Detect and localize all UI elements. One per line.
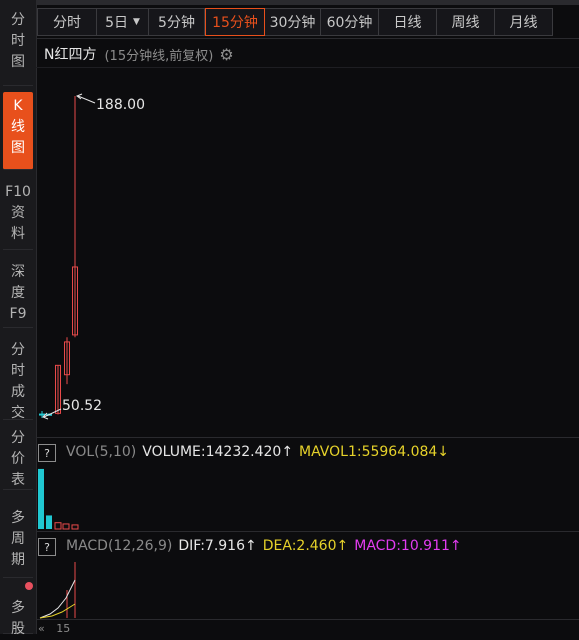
divider bbox=[36, 437, 579, 438]
footer: « 15 bbox=[38, 622, 70, 635]
volume-direction-icon: ↑ bbox=[281, 444, 294, 460]
volume-indicator-row: VOL(5,10) VOLUME:14232.420 ↑ MAVOL1:5596… bbox=[66, 444, 449, 460]
volume-bar bbox=[71, 524, 79, 530]
help-icon[interactable]: ? bbox=[38, 538, 56, 556]
double-left-icon[interactable]: « bbox=[38, 622, 45, 635]
high-price-label: 188.00 bbox=[96, 97, 145, 113]
macd-value: MACD:10.911 bbox=[354, 538, 450, 554]
mavol-direction-icon: ↓ bbox=[437, 444, 450, 460]
volume-bar bbox=[54, 522, 62, 530]
divider bbox=[36, 619, 579, 620]
macd-indicator-name[interactable]: MACD(12,26,9) bbox=[66, 538, 172, 554]
high-marker-line bbox=[77, 95, 96, 104]
candle-body bbox=[39, 413, 45, 416]
volume-bar bbox=[62, 523, 70, 530]
volume-bar bbox=[38, 468, 44, 529]
low-price-label: 50.52 bbox=[62, 398, 103, 414]
volume-indicator-name[interactable]: VOL(5,10) bbox=[66, 444, 136, 460]
dif-value: DIF:7.916 bbox=[178, 538, 245, 554]
volume-bar bbox=[46, 515, 52, 529]
help-icon[interactable]: ? bbox=[38, 444, 56, 462]
dif-line bbox=[39, 579, 76, 619]
macd-direction-icon: ↑ bbox=[449, 538, 462, 554]
volume-value: VOLUME:14232.420 bbox=[142, 444, 282, 460]
mavol-value: MAVOL1:55964.084 bbox=[299, 444, 438, 460]
dea-value: DEA:2.460 bbox=[262, 538, 337, 554]
macd-indicator-row: MACD(12,26,9) DIF:7.916 ↑ DEA:2.460 ↑ MA… bbox=[66, 538, 462, 554]
dif-direction-icon: ↑ bbox=[245, 538, 257, 554]
divider bbox=[36, 531, 579, 532]
footer-partial-label: 15 bbox=[56, 622, 71, 635]
dea-direction-icon: ↑ bbox=[336, 538, 349, 554]
